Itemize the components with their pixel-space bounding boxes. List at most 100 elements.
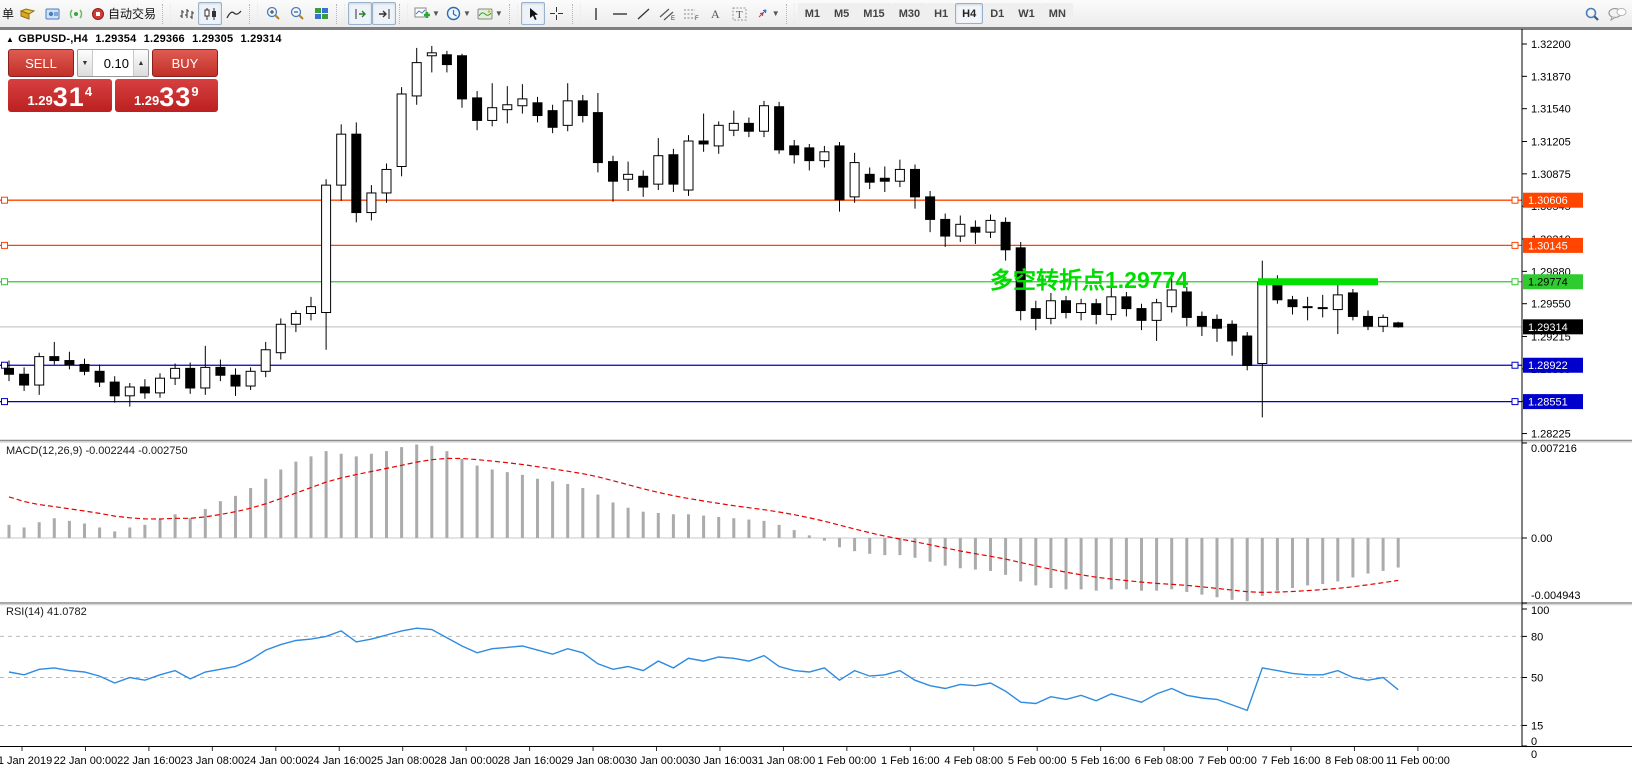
volume-input[interactable] [93,50,133,76]
periods-button[interactable]: ▼ [443,2,474,25]
sell-button[interactable]: SELL [8,49,74,77]
price-tick-label[interactable]: 1.28225 [1531,429,1571,441]
price-tick-label[interactable]: 1.31870 [1531,71,1571,83]
cursor-button[interactable] [521,2,545,25]
signal-button[interactable] [64,2,88,25]
bar-chart-button[interactable] [174,2,198,25]
time-axis-label[interactable]: 21 Jan 2019 [0,755,52,767]
time-axis-label[interactable]: 4 Feb 08:00 [944,755,1003,767]
chart-annotation-text[interactable]: 多空转折点1.29774 [990,267,1188,293]
terminal-icon [45,7,60,21]
fibonacci-icon: F [683,7,700,21]
time-axis-label[interactable]: 29 Jan 08:00 [561,755,625,767]
crosshair-button[interactable] [545,2,569,25]
price-tick-label[interactable]: 1.29550 [1531,299,1571,311]
text-label-button[interactable]: T [728,2,752,25]
volume-increase-icon[interactable]: ▲ [133,50,148,76]
tile-windows-icon [314,7,329,21]
time-axis-label[interactable]: 28 Jan 00:00 [434,755,498,767]
time-axis-label[interactable]: 28 Jan 16:00 [498,755,562,767]
hline-anchor[interactable] [1512,197,1518,203]
time-axis-label[interactable]: 22 Jan 00:00 [54,755,118,767]
hline-anchor[interactable] [2,279,8,285]
time-axis-label[interactable]: 24 Jan 00:00 [244,755,308,767]
time-axis-label[interactable]: 24 Jan 16:00 [307,755,371,767]
terminal-button[interactable] [40,2,64,25]
hline-anchor[interactable] [2,399,8,405]
vertical-line-button[interactable] [584,2,608,25]
time-axis-label[interactable]: 22 Jan 16:00 [117,755,181,767]
time-axis-label[interactable]: 30 Jan 00:00 [625,755,689,767]
zoom-in-button[interactable] [261,2,285,25]
time-axis-label[interactable]: 1 Feb 00:00 [817,755,876,767]
timeframe-m15-button[interactable]: M15 [856,3,891,24]
timeframe-mn-button[interactable]: MN [1042,3,1073,24]
timeframe-m5-button[interactable]: M5 [827,3,856,24]
add-indicator-button[interactable]: ▼ [411,2,443,25]
candle [1228,324,1237,341]
hline-anchor[interactable] [1512,242,1518,248]
price-tick-label[interactable]: 1.30875 [1531,169,1571,181]
vertical-line-icon [591,7,601,21]
time-axis-label[interactable]: 5 Feb 00:00 [1008,755,1067,767]
timeframe-d1-button[interactable]: D1 [983,3,1011,24]
timeframe-m1-button[interactable]: M1 [798,3,827,24]
time-axis-label[interactable]: 11 Feb 00:00 [1386,755,1450,767]
text-button[interactable]: A [704,2,728,25]
new-order-button[interactable] [16,2,40,25]
time-axis-label[interactable]: 8 Feb 08:00 [1325,755,1384,767]
timeframe-h4-button[interactable]: H4 [955,3,983,24]
price-chart-canvas[interactable]: 多空转折点1.29774 1.32200 1.31870 1.31540 1.31205… [0,28,1632,772]
search-button[interactable] [1580,2,1604,25]
horizontal-line-button[interactable] [608,2,632,25]
zoom-out-button[interactable] [285,2,309,25]
buy-price-display[interactable]: 1.29339 [115,79,219,112]
buy-button[interactable]: BUY [152,49,218,77]
hline-anchor[interactable] [1512,279,1518,285]
line-chart-button[interactable] [222,2,246,25]
chart-window[interactable]: 多空转折点1.29774 1.32200 1.31870 1.31540 1.31205… [0,28,1632,772]
hline-anchor[interactable] [1512,399,1518,405]
timeframe-h1-button[interactable]: H1 [927,3,955,24]
price-tick-label[interactable]: 1.31205 [1531,137,1571,149]
time-axis-label[interactable]: 6 Feb 08:00 [1135,755,1194,767]
time-axis-label[interactable]: 7 Feb 16:00 [1262,755,1321,767]
time-axis-label[interactable]: 25 Jan 08:00 [371,755,435,767]
time-axis-label[interactable]: 23 Jan 08:00 [181,755,245,767]
chat-button[interactable] [1604,2,1630,25]
candle [503,105,512,110]
hline-anchor[interactable] [2,362,8,368]
time-axis-label[interactable]: 31 Jan 08:00 [752,755,816,767]
time-axis-label[interactable]: 5 Feb 16:00 [1071,755,1130,767]
price-tick-label[interactable]: 1.31540 [1531,104,1571,116]
sell-price-display[interactable]: 1.29314 [8,79,112,112]
shift-chart-button[interactable] [372,2,396,25]
timeframe-m30-button[interactable]: M30 [892,3,927,24]
hline-anchor[interactable] [2,242,8,248]
price-tick-label[interactable]: 1.32200 [1531,39,1571,51]
candle [1213,319,1222,328]
fibonacci-button[interactable]: F [680,2,704,25]
hline-anchor[interactable] [1512,362,1518,368]
time-axis-label[interactable]: 1 Feb 16:00 [881,755,940,767]
templates-button[interactable]: ▼ [474,2,506,25]
trendline-segment[interactable] [1258,278,1378,285]
equidistant-channel-button[interactable]: E [656,2,680,25]
time-axis-label[interactable]: 30 Jan 16:00 [688,755,752,767]
candlestick-chart-button[interactable] [198,2,222,25]
timeframe-w1-button[interactable]: W1 [1011,3,1042,24]
trendline-button[interactable] [632,2,656,25]
text-icon: A [709,7,722,20]
line-chart-icon [226,7,242,21]
autoscroll-button[interactable] [348,2,372,25]
rsi-scale-label: 50 [1531,673,1543,685]
candle [850,163,859,197]
arrows-button[interactable]: ▼ [752,2,783,25]
candle [880,178,889,181]
volume-decrease-icon[interactable]: ▼ [78,50,93,76]
time-axis-label[interactable]: 7 Feb 00:00 [1198,755,1257,767]
autotrade-button[interactable]: 自动交易 [88,2,159,25]
tile-windows-button[interactable] [309,2,333,25]
hline-anchor[interactable] [2,197,8,203]
sell-price-big: 31 [53,84,85,111]
